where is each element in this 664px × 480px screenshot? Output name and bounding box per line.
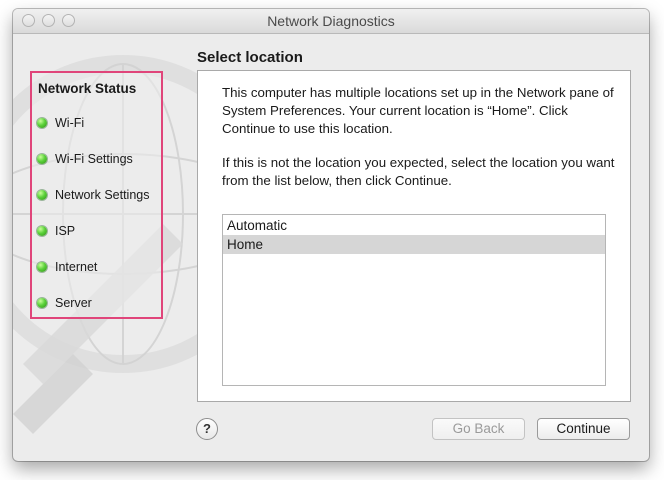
status-item-wifi: Wi-Fi [37,114,84,132]
network-status-panel: Network Status Wi-Fi Wi-Fi Settings Netw… [30,71,163,319]
title-bar: Network Diagnostics [13,9,649,34]
location-explanation-text: This computer has multiple locations set… [222,85,614,136]
green-status-light-icon [37,262,47,272]
green-status-light-icon [37,226,47,236]
go-back-button[interactable]: Go Back [432,418,525,440]
location-instruction-text: If this is not the location you expected… [222,155,615,188]
status-item-label: Wi-Fi [55,116,85,130]
network-status-heading: Network Status [38,81,137,96]
location-item-automatic[interactable]: Automatic [223,216,605,235]
location-list[interactable]: Automatic Home [222,214,606,386]
status-item-internet: Internet [37,258,97,276]
status-item-network-settings: Network Settings [37,186,149,204]
location-item-home[interactable]: Home [223,235,605,254]
network-diagnostics-window: Network Diagnostics Network Status Wi-Fi… [13,9,649,461]
content-panel: This computer has multiple locations set… [197,70,631,402]
status-item-label: Network Settings [55,188,150,202]
continue-button[interactable]: Continue [537,418,630,440]
window-title: Network Diagnostics [267,13,395,29]
help-button[interactable]: ? [196,418,218,440]
green-status-light-icon [37,298,47,308]
status-item-server: Server [37,294,92,312]
green-status-light-icon [37,154,47,164]
status-item-label: Internet [55,260,98,274]
status-item-label: Wi-Fi Settings [55,152,133,166]
page-title: Select location [197,49,303,66]
green-status-light-icon [37,118,47,128]
status-item-wifi-settings: Wi-Fi Settings [37,150,133,168]
status-item-label: ISP [55,224,76,238]
green-status-light-icon [37,190,47,200]
status-item-label: Server [55,296,92,310]
status-item-isp: ISP [37,222,75,240]
